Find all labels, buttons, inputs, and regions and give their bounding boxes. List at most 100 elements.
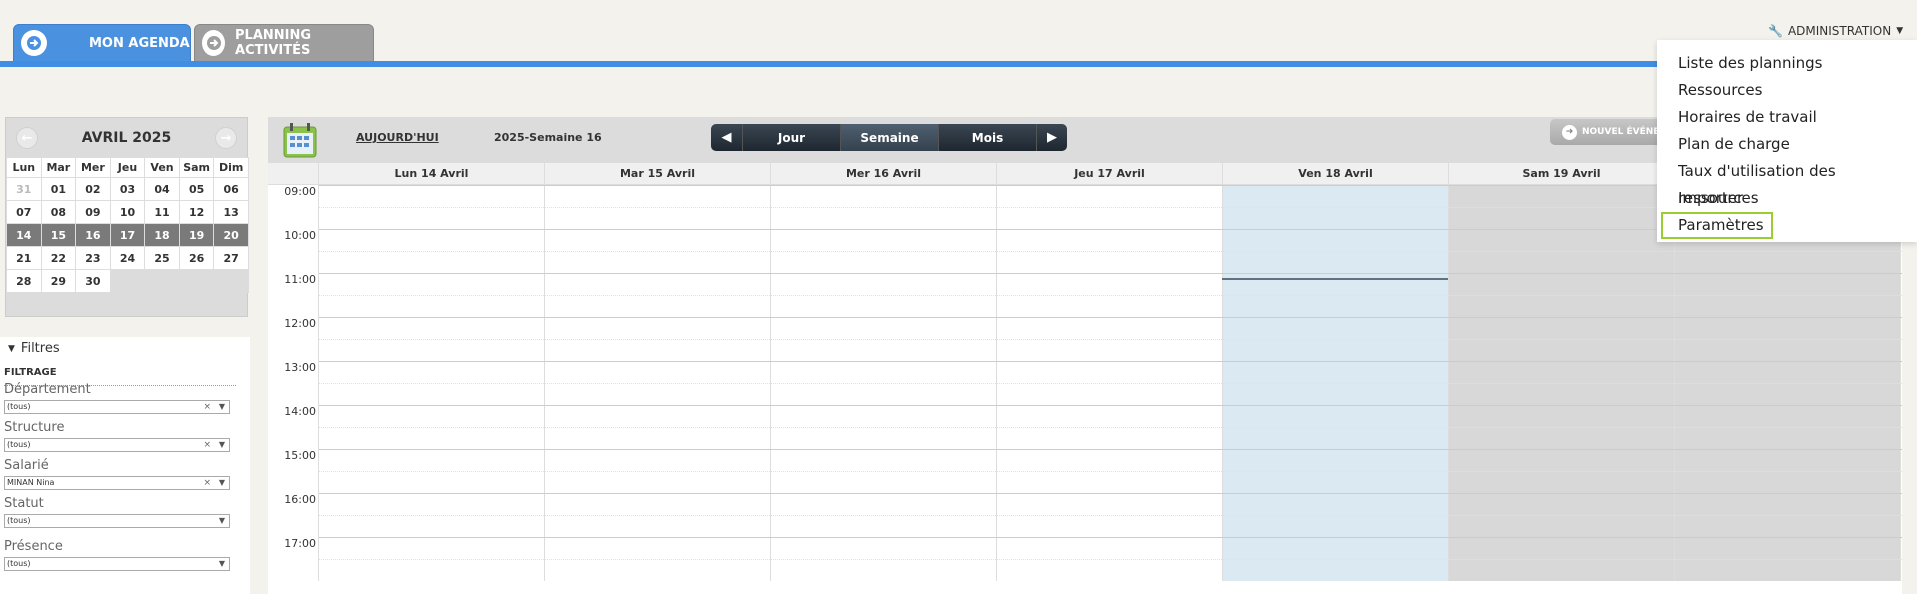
view-day-button[interactable]: Jour xyxy=(742,124,840,151)
mini-calendar-day[interactable]: 07 xyxy=(6,200,42,224)
filter-value: (tous) xyxy=(7,559,31,568)
filter-field: Présence (tous) ▼ xyxy=(4,539,230,571)
mini-calendar-day[interactable]: 09 xyxy=(75,200,111,224)
filter-label: Département xyxy=(4,382,91,397)
tab-label: MON AGENDA xyxy=(89,35,190,51)
mini-calendar-day[interactable]: 27 xyxy=(213,246,249,270)
weekday-header: Mer xyxy=(75,157,111,178)
hour-line xyxy=(319,493,1902,494)
mini-calendar-day[interactable]: 03 xyxy=(109,177,146,201)
menu-item[interactable]: Liste des plannings xyxy=(1657,50,1917,77)
mini-calendar-day[interactable]: 25 xyxy=(144,246,180,270)
mini-calendar-day[interactable]: 20 xyxy=(213,223,249,247)
menu-item[interactable]: Plan de charge xyxy=(1657,131,1917,158)
filter-field: Structure (tous) × ▼ xyxy=(4,420,230,452)
new-event-button[interactable]: ➜ NOUVEL ÉVÉNEM xyxy=(1550,119,1670,145)
mini-calendar-day[interactable]: 23 xyxy=(75,246,111,270)
mini-calendar-day[interactable]: 08 xyxy=(40,200,77,224)
arrow-right-icon xyxy=(202,30,226,56)
today-link[interactable]: AUJOURD'HUI xyxy=(356,131,439,144)
filters-toggle[interactable]: ▼ Filtres xyxy=(8,341,60,356)
tab-mon-agenda[interactable]: MON AGENDA xyxy=(13,24,191,62)
mini-calendar-day[interactable]: 10 xyxy=(109,200,146,224)
mini-calendar-day[interactable]: 02 xyxy=(75,177,111,201)
mini-calendar-day[interactable]: 31 xyxy=(6,177,42,201)
empty-cell xyxy=(110,269,145,293)
wrench-icon: 🔧 xyxy=(1768,24,1783,38)
clear-icon[interactable]: × xyxy=(203,401,211,413)
administration-menu-toggle[interactable]: 🔧 ADMINISTRATION ▼ xyxy=(1768,24,1903,38)
mini-calendar-day[interactable]: 30 xyxy=(75,269,111,293)
filter-select[interactable]: (tous) ▼ xyxy=(4,514,230,528)
tab-planning-activites[interactable]: PLANNING ACTIVITÉS xyxy=(194,24,374,62)
next-period-icon[interactable]: ▶ xyxy=(1036,124,1067,151)
filter-select[interactable]: MINAN Nina × ▼ xyxy=(4,476,230,490)
filter-value: (tous) xyxy=(7,516,31,525)
prev-month-icon[interactable]: ← xyxy=(16,127,38,149)
time-label: 15:00 xyxy=(268,449,319,493)
mini-calendar-day[interactable]: 01 xyxy=(40,177,77,201)
mini-calendar-day[interactable]: 16 xyxy=(75,223,111,247)
mini-calendar-day[interactable]: 06 xyxy=(213,177,249,201)
mini-calendar-day[interactable]: 15 xyxy=(40,223,77,247)
mini-calendar-day[interactable]: 14 xyxy=(6,223,42,247)
day-header: Sam 19 Avril xyxy=(1449,163,1675,184)
next-month-icon[interactable]: → xyxy=(215,127,237,149)
filter-label: Structure xyxy=(4,420,65,435)
mini-calendar-day[interactable]: 22 xyxy=(40,246,77,270)
mini-calendar-day[interactable]: 29 xyxy=(40,269,77,293)
menu-item[interactable]: Paramètres xyxy=(1661,212,1773,239)
prev-period-icon[interactable]: ◀ xyxy=(711,124,742,151)
half-hour-line xyxy=(319,251,1902,252)
half-hour-line xyxy=(319,383,1902,384)
filter-label: Statut xyxy=(4,496,44,511)
mini-calendar-day[interactable]: 19 xyxy=(178,223,215,247)
mini-calendar-day[interactable]: 21 xyxy=(6,246,42,270)
weekday-header: Sam xyxy=(178,157,215,178)
clear-icon[interactable]: × xyxy=(203,439,211,451)
current-time-line xyxy=(1222,278,1448,280)
menu-item[interactable]: Taux d'utilisation des ressources xyxy=(1657,158,1917,207)
mini-calendar-title: AVRIL 2025 xyxy=(81,129,172,146)
mini-calendar-day[interactable]: 11 xyxy=(144,200,180,224)
weekday-header: Lun xyxy=(6,157,42,178)
filter-label: Présence xyxy=(4,539,63,554)
time-label: 10:00 xyxy=(268,229,319,273)
mini-calendar-day[interactable]: 18 xyxy=(144,223,180,247)
mini-calendar-day[interactable]: 12 xyxy=(178,200,215,224)
weekday-header: Mar xyxy=(40,157,77,178)
half-hour-line xyxy=(319,515,1902,516)
filter-select[interactable]: (tous) × ▼ xyxy=(4,438,230,452)
hour-line xyxy=(319,317,1902,318)
mini-calendar-day[interactable]: 13 xyxy=(213,200,249,224)
mini-calendar-day[interactable]: 05 xyxy=(178,177,215,201)
mini-calendar-day[interactable]: 24 xyxy=(109,246,146,270)
filter-value: MINAN Nina xyxy=(7,478,55,487)
weekday-header: Dim xyxy=(213,157,249,178)
mini-calendar-day[interactable]: 17 xyxy=(109,223,146,247)
half-hour-line xyxy=(319,427,1902,428)
filter-field: Département (tous) × ▼ xyxy=(4,382,230,414)
view-week-button[interactable]: Semaine xyxy=(840,124,938,151)
mini-calendar-day[interactable]: 28 xyxy=(6,269,42,293)
half-hour-line xyxy=(319,339,1902,340)
caret-down-icon: ▼ xyxy=(218,559,225,568)
mini-calendar-day[interactable]: 04 xyxy=(144,177,180,201)
menu-item[interactable]: Importer xyxy=(1657,185,1917,212)
mini-calendar: ← AVRIL 2025 → Lun Mar Mer Jeu Ven Sam Dim 31 0… xyxy=(5,117,249,317)
time-label: 13:00 xyxy=(268,361,319,405)
clear-icon[interactable]: × xyxy=(203,477,211,489)
filter-field: Salarié MINAN Nina × ▼ xyxy=(4,458,230,490)
time-label: 16:00 xyxy=(268,493,319,537)
empty-cell xyxy=(144,269,180,293)
menu-item[interactable]: Horaires de travail xyxy=(1657,104,1917,131)
menu-item[interactable]: Ressources xyxy=(1657,77,1917,104)
filter-select[interactable]: (tous) × ▼ xyxy=(4,400,230,414)
view-month-button[interactable]: Mois xyxy=(938,124,1036,151)
time-label: 12:00 xyxy=(268,317,319,361)
tab-bar-underline xyxy=(0,61,1917,67)
filter-select[interactable]: (tous) ▼ xyxy=(4,557,230,571)
mini-calendar-day[interactable]: 26 xyxy=(178,246,215,270)
arrow-right-icon xyxy=(21,30,47,56)
half-hour-line xyxy=(319,471,1902,472)
